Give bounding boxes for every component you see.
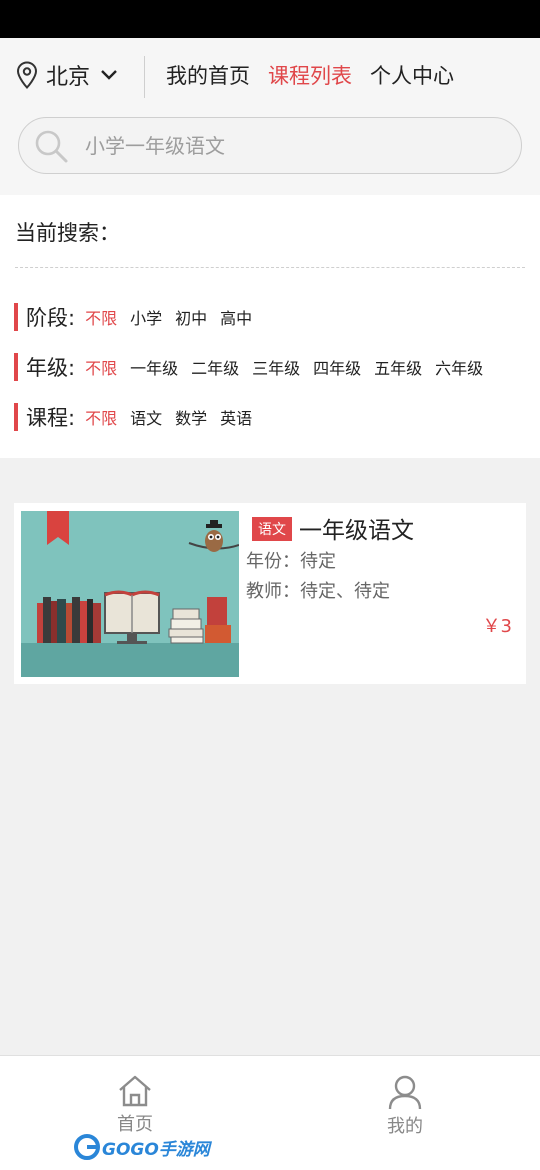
filter-row-grade: 年级: 不限 一年级 二年级 三年级 四年级 五年级 六年级 (14, 352, 483, 382)
books-illustration (21, 511, 239, 677)
nav-profile[interactable]: 个人中心 (370, 60, 454, 90)
current-search-label: 当前搜索： (15, 221, 120, 245)
filter-option[interactable]: 高中 (220, 305, 252, 329)
filter-option[interactable]: 一年级 (130, 355, 178, 379)
dashed-divider (15, 267, 525, 268)
accent-bar (14, 303, 18, 331)
filter-label: 课程: (26, 406, 76, 430)
filter-option[interactable]: 不限 (85, 405, 117, 429)
filter-option[interactable]: 数学 (175, 405, 207, 429)
filter-row-subject: 课程: 不限 语文 数学 英语 (14, 402, 252, 432)
course-price: ￥3 (482, 616, 512, 637)
home-icon (119, 1075, 151, 1107)
watermark-text: GOGO手游网 (102, 1139, 210, 1160)
tab-home[interactable]: 首页 (95, 1074, 175, 1136)
tab-mine[interactable]: 我的 (365, 1074, 445, 1138)
filter-option[interactable]: 三年级 (252, 355, 300, 379)
filter-option[interactable]: 不限 (85, 355, 117, 379)
header: 北京 我的首页 课程列表 个人中心 (0, 38, 540, 195)
nav-course-list[interactable]: 课程列表 (268, 60, 352, 90)
filter-option[interactable]: 二年级 (191, 355, 239, 379)
tab-mine-label: 我的 (387, 1116, 423, 1137)
course-thumbnail (21, 511, 239, 677)
filter-row-stage: 阶段: 不限 小学 初中 高中 (14, 302, 252, 332)
filter-option[interactable]: 四年级 (313, 355, 361, 379)
filter-option[interactable]: 六年级 (435, 355, 483, 379)
top-nav: 我的首页 课程列表 个人中心 (166, 60, 454, 90)
search-box[interactable] (18, 117, 522, 174)
filter-panel: 当前搜索： 阶段: 不限 小学 初中 高中 年级: 不限 一年级 二年级 三年级… (0, 195, 540, 458)
watermark-logo-icon (74, 1134, 100, 1160)
filter-option[interactable]: 英语 (220, 405, 252, 429)
course-teacher: 教师：待定、待定 (246, 581, 390, 602)
filter-option[interactable]: 初中 (175, 305, 207, 329)
search-input[interactable] (85, 133, 485, 158)
filter-label: 年级: (26, 356, 76, 380)
divider (144, 56, 145, 98)
search-icon (35, 130, 68, 162)
location-selector[interactable]: 北京 (16, 58, 118, 92)
tab-home-label: 首页 (117, 1114, 153, 1135)
subject-tag: 语文 (252, 517, 292, 541)
watermark: GOGO手游网 (74, 1134, 210, 1160)
status-bar (0, 0, 540, 38)
chevron-down-icon (101, 70, 117, 80)
accent-bar (14, 403, 18, 431)
filter-option[interactable]: 五年级 (374, 355, 422, 379)
filter-option[interactable]: 小学 (130, 305, 162, 329)
filter-option[interactable]: 不限 (85, 305, 117, 329)
course-year: 年份：待定 (246, 551, 336, 572)
location-label: 北京 (46, 65, 91, 90)
filter-option[interactable]: 语文 (130, 405, 162, 429)
location-pin-icon (16, 61, 38, 89)
accent-bar (14, 353, 18, 381)
course-card[interactable]: 语文 一年级语文 年份：待定 教师：待定、待定 ￥3 (14, 503, 526, 684)
user-icon (388, 1075, 422, 1110)
course-title: 一年级语文 (299, 518, 414, 544)
filter-label: 阶段: (26, 306, 76, 330)
nav-home[interactable]: 我的首页 (166, 60, 250, 90)
